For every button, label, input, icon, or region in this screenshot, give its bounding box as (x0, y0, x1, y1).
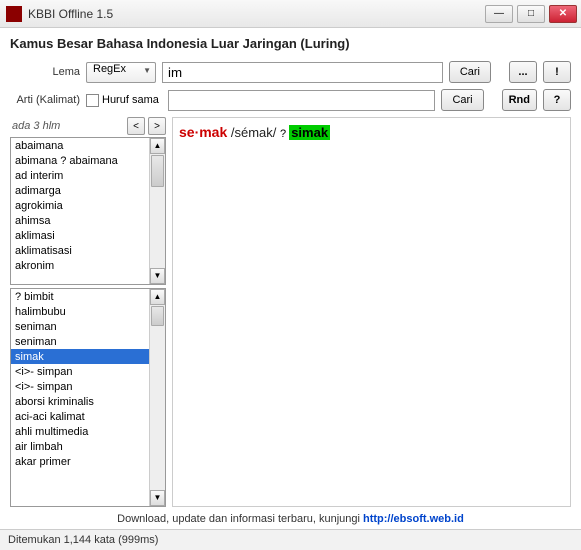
pager-next-button[interactable]: > (148, 117, 166, 135)
pager-prev-button[interactable]: < (127, 117, 145, 135)
def-reference[interactable]: simak (289, 125, 330, 140)
scroll-up-icon[interactable]: ▲ (150, 138, 165, 154)
lema-label: Lema (10, 66, 80, 78)
list-item[interactable]: seniman (11, 319, 149, 334)
list-item[interactable]: aci-aci kalimat (11, 409, 149, 424)
def-headword: se·mak (179, 124, 227, 140)
results-list[interactable]: ? bimbithalimbubusenimansenimansimak<i>-… (10, 288, 166, 507)
def-arrow: ? (280, 128, 286, 140)
dots-button[interactable]: ... (509, 61, 537, 83)
lema-list[interactable]: abaimanaabimana ? abaimanaad interimadim… (10, 137, 166, 285)
minimize-button[interactable]: ― (485, 5, 513, 23)
cari-arti-button[interactable]: Cari (441, 89, 483, 111)
list-item[interactable]: aklimatisasi (11, 243, 149, 258)
list-item[interactable]: seniman (11, 334, 149, 349)
list-item[interactable]: aborsi kriminalis (11, 394, 149, 409)
scroll-thumb[interactable] (151, 306, 164, 326)
scroll-up-icon[interactable]: ▲ (150, 289, 165, 305)
list-item[interactable]: akar primer (11, 454, 149, 469)
list-item[interactable]: <i>- simpan (11, 379, 149, 394)
scroll-thumb[interactable] (151, 155, 164, 187)
list-item[interactable]: ad interim (11, 168, 149, 183)
list-item[interactable]: abimana ? abaimana (11, 153, 149, 168)
list-item[interactable]: adimarga (11, 183, 149, 198)
scroll-down-icon[interactable]: ▼ (150, 490, 165, 506)
list-item[interactable]: abaimana (11, 138, 149, 153)
page-heading: Kamus Besar Bahasa Indonesia Luar Jaring… (10, 36, 571, 51)
huruf-sama-checkbox[interactable] (86, 94, 99, 107)
bang-button[interactable]: ! (543, 61, 571, 83)
definition-panel: se·mak /sémak/ ? simak (172, 117, 571, 507)
huruf-sama-label: Huruf sama (102, 94, 159, 106)
list-item[interactable]: air limbah (11, 439, 149, 454)
list-item[interactable]: agrokimia (11, 198, 149, 213)
arti-label: Arti (Kalimat) (10, 94, 80, 106)
mode-value: RegEx (93, 63, 126, 75)
help-button[interactable]: ? (543, 89, 571, 111)
footer-text: Download, update dan informasi terbaru, … (117, 513, 363, 525)
status-bar: Ditemukan 1,144 kata (999ms) (0, 529, 581, 550)
mode-select[interactable]: RegEx (86, 62, 156, 83)
footer-link[interactable]: http://ebsoft.web.id (363, 513, 464, 525)
window-title: KBBI Offline 1.5 (28, 7, 485, 21)
cari-lema-button[interactable]: Cari (449, 61, 491, 83)
app-icon (6, 6, 22, 22)
list-item[interactable]: <i>- simpan (11, 364, 149, 379)
list-item[interactable]: akronim (11, 258, 149, 273)
rnd-button[interactable]: Rnd (502, 89, 537, 111)
list-item[interactable]: halimbubu (11, 304, 149, 319)
pager-info: ada 3 hlm (10, 120, 124, 132)
lema-input[interactable] (162, 62, 443, 83)
list-item[interactable]: ahli multimedia (11, 424, 149, 439)
close-button[interactable]: ✕ (549, 5, 577, 23)
def-pronunciation: /sémak/ (227, 125, 280, 140)
list-item[interactable]: aklimasi (11, 228, 149, 243)
scroll-down-icon[interactable]: ▼ (150, 268, 165, 284)
list-item[interactable]: ahimsa (11, 213, 149, 228)
footer: Download, update dan informasi terbaru, … (10, 507, 571, 529)
arti-input[interactable] (168, 90, 435, 111)
maximize-button[interactable]: □ (517, 5, 545, 23)
list-item[interactable]: ? bimbit (11, 289, 149, 304)
list-item[interactable]: simak (11, 349, 149, 364)
